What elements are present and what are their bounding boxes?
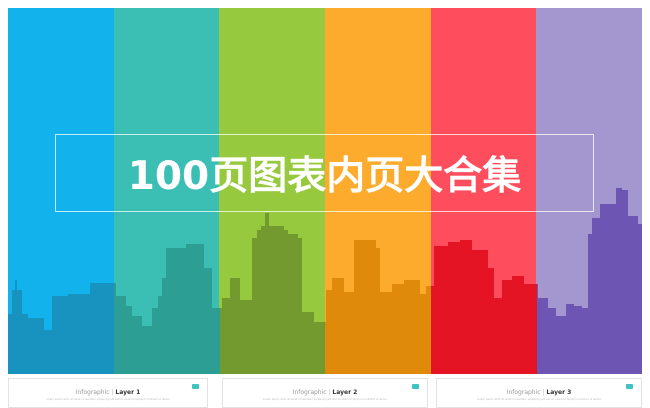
thumbnail-name: Layer 1: [115, 389, 141, 396]
thumbnail-title: Infographic | Layer 3: [506, 389, 572, 396]
title-frame: 100页图表内页大合集: [55, 134, 594, 212]
thumbnail-title: Infographic | Layer 1: [75, 389, 141, 396]
thumbnail-name: Layer 2: [332, 389, 358, 396]
banner-title: 100页图表内页大合集: [127, 154, 522, 199]
thumbnail-subtitle: Lorem ipsum dolor sit amet consectetur a…: [477, 398, 601, 401]
thumbnail-title: Infographic | Layer 2: [292, 389, 358, 396]
thumbnail-subtitle: Lorem ipsum dolor sit amet consectetur a…: [46, 398, 170, 401]
thumbnail-subtitle: Lorem ipsum dolor sit amet consectetur a…: [263, 398, 387, 401]
slide-thumbnails: Infographic | Layer 1 Lorem ipsum dolor …: [0, 378, 650, 408]
slide-thumbnail-3[interactable]: Infographic | Layer 3 Lorem ipsum dolor …: [436, 378, 642, 408]
thumbnail-prefix: Infographic: [506, 389, 541, 396]
slide-thumbnail-2[interactable]: Infographic | Layer 2 Lorem ipsum dolor …: [222, 378, 428, 408]
chat-badge-icon: [192, 384, 199, 389]
chat-badge-icon: [412, 384, 419, 389]
chat-badge-icon: [626, 384, 633, 389]
thumbnail-prefix: Infographic: [292, 389, 327, 396]
title-banner: 100页图表内页大合集: [8, 8, 642, 374]
thumbnail-name: Layer 3: [546, 389, 572, 396]
slide-thumbnail-1[interactable]: Infographic | Layer 1 Lorem ipsum dolor …: [8, 378, 208, 408]
thumbnail-prefix: Infographic: [75, 389, 110, 396]
